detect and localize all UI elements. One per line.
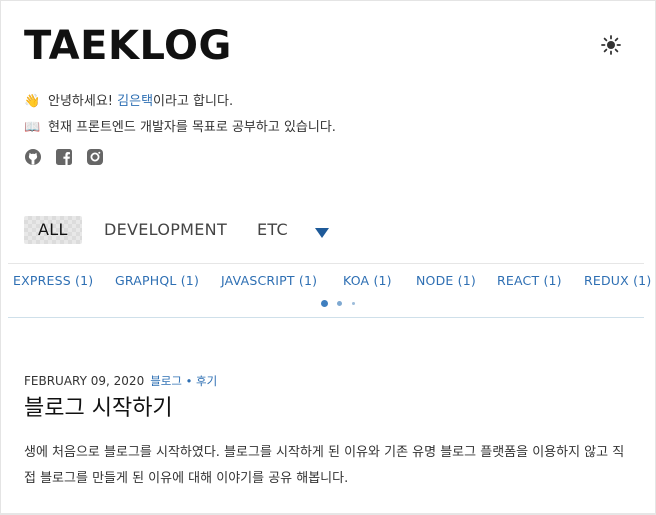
book-emoji-icon: 📖	[24, 120, 41, 135]
category-react[interactable]: REACT (1)	[497, 273, 562, 288]
tab-all[interactable]: ALL	[24, 216, 82, 244]
divider	[8, 317, 644, 318]
divider	[8, 263, 644, 264]
category-node[interactable]: NODE (1)	[416, 273, 476, 288]
bio-greeting: 👋 안녕하세요! 김은택이라고 합니다.	[24, 93, 233, 111]
wave-emoji-icon: 👋	[24, 94, 41, 109]
post-category: 블로그 • 후기	[150, 374, 218, 388]
post-date: FEBRUARY 09, 2020	[24, 374, 145, 388]
pagination-dot-2[interactable]	[337, 301, 342, 306]
site-logo[interactable]: TAEKLOG	[24, 22, 232, 70]
theme-toggle-button[interactable]	[599, 33, 623, 57]
triangle-down-icon	[315, 228, 329, 238]
post-meta: FEBRUARY 09, 2020 블로그 • 후기	[24, 373, 217, 389]
greeting-suffix: 이라고 합니다.	[153, 94, 234, 109]
pagination-dot-3[interactable]	[352, 302, 355, 305]
tab-development[interactable]: DEVELOPMENT	[104, 216, 227, 244]
post-title[interactable]: 블로그 시작하기	[24, 394, 173, 424]
category-list: EXPRESS (1) GRAPHQL (1) JAVASCRIPT (1) K…	[0, 273, 656, 293]
category-express[interactable]: EXPRESS (1)	[13, 273, 93, 288]
author-name-link[interactable]: 김은택	[117, 94, 153, 109]
category-pagination	[0, 300, 656, 308]
category-graphql[interactable]: GRAPHQL (1)	[115, 273, 199, 288]
github-link[interactable]	[24, 148, 42, 166]
instagram-link[interactable]	[86, 148, 104, 166]
instagram-icon	[87, 149, 103, 165]
github-icon	[25, 149, 41, 165]
pagination-dot-1[interactable]	[321, 300, 328, 307]
category-javascript[interactable]: JAVASCRIPT (1)	[221, 273, 317, 288]
greeting-prefix: 안녕하세요!	[48, 94, 118, 109]
bio-description-text: 현재 프론트엔드 개발자를 목표로 공부하고 있습니다.	[48, 120, 336, 135]
facebook-icon	[56, 149, 72, 165]
facebook-link[interactable]	[55, 148, 73, 166]
page-frame	[0, 0, 656, 515]
tab-dropdown-button[interactable]	[315, 224, 329, 238]
category-redux[interactable]: REDUX (1)	[584, 273, 651, 288]
category-koa[interactable]: KOA (1)	[343, 273, 392, 288]
bio-description: 📖 현재 프론트엔드 개발자를 목표로 공부하고 있습니다.	[24, 119, 336, 137]
sun-icon	[601, 35, 621, 55]
tab-etc[interactable]: ETC	[257, 216, 288, 244]
post-excerpt: 생에 처음으로 블로그를 시작하였다. 블로그를 시작하게 된 이유와 기존 유…	[24, 445, 625, 486]
